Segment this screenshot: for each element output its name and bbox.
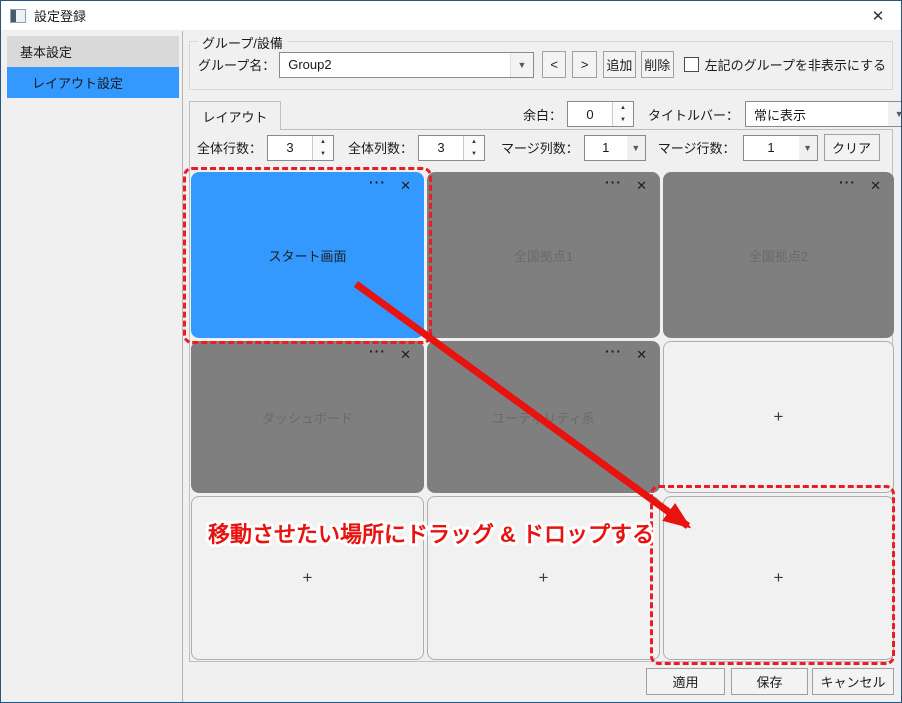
grid-cell-empty-target[interactable]: + (663, 496, 894, 660)
group-row: グループ名： Group2 ▼ < > 追加 削除 左記のグループを非表示にする (198, 51, 886, 78)
group-name-label: グループ名： (198, 55, 275, 74)
total-rows-value: 3 (268, 136, 312, 160)
settings-sidebar: 基本設定 レイアウト設定 (1, 31, 183, 702)
apply-button[interactable]: 適用 (646, 668, 725, 695)
merge-rows-select[interactable]: 1 ▼ (743, 135, 818, 161)
total-cols-label: 全体列数： (348, 138, 413, 157)
chevron-down-icon[interactable]: ▼ (510, 53, 533, 77)
add-panel-icon[interactable]: + (664, 342, 893, 492)
sidebar-item-basic-settings[interactable]: 基本設定 (7, 36, 179, 67)
sidebar-item-label: レイアウト設定 (32, 73, 123, 92)
merge-cols-value: 1 (585, 136, 627, 160)
layout-controls-row: 全体行数： 3 ▲ ▼ 全体列数： 3 ▲ ▼ マージ列数： 1 ▼ (197, 134, 880, 161)
app-window-icon (10, 9, 26, 23)
cell-label: 全国拠点1 (427, 172, 660, 338)
cell-label: スタート画面 (191, 172, 424, 338)
grid-cell-start-screen[interactable]: ··· ✕ スタート画面 (191, 172, 424, 338)
total-rows-label: 全体行数： (197, 138, 262, 157)
sidebar-item-layout-settings[interactable]: レイアウト設定 (7, 67, 179, 98)
total-rows-stepper[interactable]: 3 ▲ ▼ (267, 135, 334, 161)
chevron-down-icon[interactable]: ▼ (799, 136, 817, 160)
margin-stepper[interactable]: 0 ▲ ▼ (567, 101, 634, 127)
tab-layout[interactable]: レイアウト (189, 101, 281, 130)
merge-rows-value: 1 (744, 136, 799, 160)
add-panel-icon[interactable]: + (664, 497, 893, 659)
grid-cell-empty[interactable]: + (663, 341, 894, 493)
cell-label: 全国拠点2 (663, 172, 894, 338)
titlebar-mode-label: タイトルバー： (648, 105, 739, 124)
chevron-down-icon[interactable]: ▼ (888, 102, 902, 126)
spin-up-icon[interactable]: ▲ (613, 102, 633, 114)
grid-cell-dashboard[interactable]: ··· ✕ ダッシュボード (191, 341, 424, 493)
margin-label: 余白： (523, 105, 562, 124)
stepper-buttons: ▲ ▼ (463, 136, 484, 160)
titlebar-mode-value: 常に表示 (746, 102, 888, 126)
titlebar-mode-select[interactable]: 常に表示 ▼ (745, 101, 902, 127)
add-group-button[interactable]: 追加 (603, 51, 636, 78)
next-group-button[interactable]: > (572, 51, 596, 78)
spin-down-icon[interactable]: ▼ (464, 148, 484, 160)
window-close-icon[interactable]: ✕ (855, 2, 901, 30)
layout-grid: ··· ✕ スタート画面 ··· ✕ 全国拠点1 ··· ✕ 全国拠点2 ···… (191, 172, 894, 660)
settings-dialog: 設定登録 ✕ 基本設定 レイアウト設定 グループ/設備 グループ名： Group… (0, 0, 902, 703)
prev-group-button[interactable]: < (542, 51, 566, 78)
delete-group-button[interactable]: 削除 (641, 51, 674, 78)
margin-value: 0 (568, 102, 612, 126)
spin-down-icon[interactable]: ▼ (613, 114, 633, 126)
stepper-buttons: ▲ ▼ (312, 136, 333, 160)
stepper-buttons: ▲ ▼ (612, 102, 633, 126)
title-bar: 設定登録 ✕ (1, 1, 901, 31)
group-box-title: グループ/設備 (198, 33, 287, 52)
merge-cols-select[interactable]: 1 ▼ (584, 135, 646, 161)
grid-cell-empty[interactable]: + (191, 496, 424, 660)
chevron-down-icon[interactable]: ▼ (627, 136, 645, 160)
grid-cell-national-site2[interactable]: ··· ✕ 全国拠点2 (663, 172, 894, 338)
cell-label: ダッシュボード (191, 341, 424, 493)
main-panel: グループ/設備 グループ名： Group2 ▼ < > 追加 削除 左記のグルー… (183, 30, 901, 702)
hide-group-checkbox[interactable] (684, 57, 699, 72)
total-cols-value: 3 (419, 136, 463, 160)
merge-cols-label: マージ列数： (501, 138, 579, 157)
grid-cell-utility[interactable]: ··· ✕ ユーティリティ系 (427, 341, 660, 493)
group-name-value: Group2 (280, 53, 510, 77)
sidebar-item-label: 基本設定 (20, 42, 72, 61)
group-equipment-box: グループ/設備 グループ名： Group2 ▼ < > 追加 削除 左記のグルー… (189, 41, 893, 90)
window-title: 設定登録 (34, 6, 86, 25)
spin-up-icon[interactable]: ▲ (313, 136, 333, 148)
spin-up-icon[interactable]: ▲ (464, 136, 484, 148)
grid-cell-national-site1[interactable]: ··· ✕ 全国拠点1 (427, 172, 660, 338)
tab-strip-controls: 余白： 0 ▲ ▼ タイトルバー： 常に表示 ▼ (523, 100, 902, 128)
hide-group-checkbox-label: 左記のグループを非表示にする (705, 55, 886, 74)
merge-rows-label: マージ行数： (658, 138, 736, 157)
cancel-button[interactable]: キャンセル (812, 668, 894, 695)
total-cols-stepper[interactable]: 3 ▲ ▼ (418, 135, 485, 161)
group-name-select[interactable]: Group2 ▼ (279, 52, 534, 78)
tab-label: レイアウト (202, 107, 267, 126)
save-button[interactable]: 保存 (731, 668, 808, 695)
cell-label: ユーティリティ系 (427, 341, 660, 493)
clear-button[interactable]: クリア (824, 134, 880, 161)
add-panel-icon[interactable]: + (192, 497, 423, 659)
add-panel-icon[interactable]: + (428, 497, 659, 659)
grid-cell-empty[interactable]: + (427, 496, 660, 660)
spin-down-icon[interactable]: ▼ (313, 148, 333, 160)
